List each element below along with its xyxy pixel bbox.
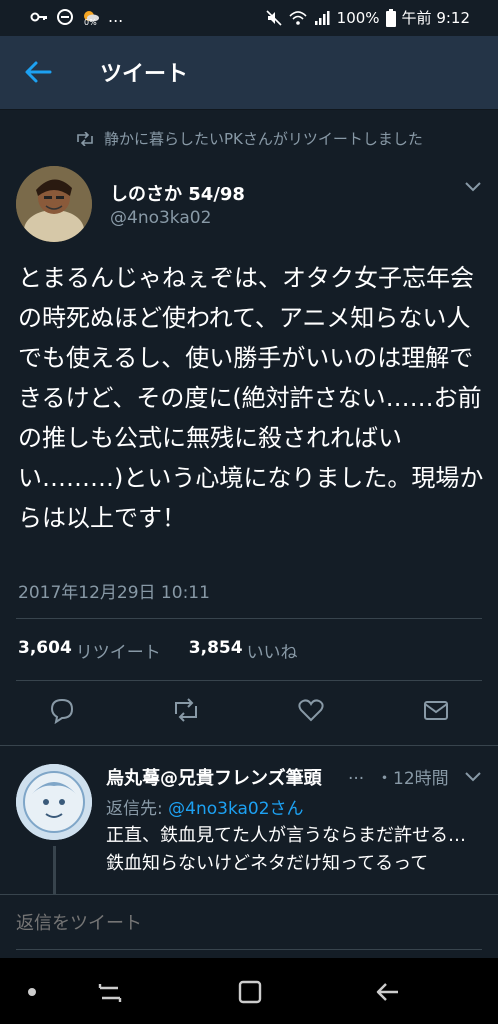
reply-body: 正直、鉄血見てた人が言うならまだ許せる… 鉄血知らないけどネタだけ知ってるって	[106, 825, 466, 874]
reply-author-name[interactable]: 烏丸蕚@兄貴フレンズ筆頭	[106, 764, 366, 790]
recents-icon[interactable]	[96, 978, 124, 1006]
dot-icon[interactable]	[18, 978, 46, 1006]
reply-input[interactable]	[16, 913, 476, 934]
tweet-stats: 3,604 リツイート 3,854 いいね	[18, 638, 298, 663]
battery-percent: 100%	[336, 8, 380, 27]
android-nav-bar	[0, 958, 498, 1024]
status-left: 0% ...	[30, 7, 124, 27]
reply-to: 返信先: @4no3ka02さん	[106, 794, 304, 819]
signal-icon	[314, 10, 330, 25]
clock: 午前 9:12	[401, 9, 470, 27]
reply-compose-bar	[0, 894, 498, 958]
key-icon	[30, 12, 47, 21]
reply-to-label: 返信先:	[106, 799, 169, 819]
author-avatar[interactable]	[16, 166, 92, 242]
status-right: 100% 午前 9:12	[265, 7, 470, 28]
weather-percent: 0%	[84, 17, 97, 27]
retweet-label[interactable]: リツイート	[76, 638, 161, 663]
retweet-icon[interactable]	[172, 696, 200, 724]
reply-time: ・12時間	[376, 769, 449, 789]
reply-to-mention[interactable]: @4no3ka02さん	[168, 799, 303, 819]
wifi-icon	[289, 10, 307, 25]
divider	[0, 745, 498, 746]
mute-icon	[266, 9, 282, 26]
reply-name-ellipsis: ...	[348, 764, 365, 784]
author-name[interactable]: しのさか 54/98	[110, 180, 245, 206]
chevron-down-icon[interactable]	[464, 180, 482, 194]
retweeted-by-text: 静かに暮らしたいPKさんがリツイートしました	[104, 130, 423, 148]
retweet-count[interactable]: 3,604	[18, 638, 72, 663]
status-bar: 0% ... 100% 午前 9:12	[0, 0, 498, 36]
tweet-timestamp: 2017年12月29日 10:11	[18, 583, 210, 603]
tweet-actions	[0, 696, 498, 732]
author-handle[interactable]: @4no3ka02	[110, 208, 211, 228]
reply-icon[interactable]	[48, 696, 76, 724]
reply-avatar[interactable]	[16, 764, 92, 840]
divider	[16, 618, 482, 619]
divider	[16, 680, 482, 681]
app-header: ツイート	[0, 36, 498, 110]
tweet-body: とまるんじゃねぇぞは、オタク女子忘年会の時死ぬほど使われて、アニメ知らない人でも…	[18, 264, 484, 532]
status-more: ...	[108, 7, 124, 26]
retweet-context[interactable]: 静かに暮らしたいPKさんがリツイートしました	[76, 128, 423, 149]
do-not-disturb-icon	[57, 8, 73, 25]
page-title: ツイート	[100, 62, 189, 87]
back-nav-icon[interactable]	[374, 978, 402, 1006]
direct-message-icon[interactable]	[422, 696, 450, 724]
like-label[interactable]: いいね	[247, 638, 298, 663]
weather-icon: 0%	[82, 8, 100, 27]
back-arrow-icon[interactable]	[24, 60, 52, 84]
like-count[interactable]: 3,854	[189, 638, 243, 663]
chevron-down-icon[interactable]	[464, 770, 482, 784]
battery-icon	[385, 8, 396, 27]
home-icon[interactable]	[236, 978, 264, 1006]
like-icon[interactable]	[297, 696, 325, 724]
retweet-small-icon	[77, 131, 93, 146]
compose-underline	[16, 949, 482, 950]
